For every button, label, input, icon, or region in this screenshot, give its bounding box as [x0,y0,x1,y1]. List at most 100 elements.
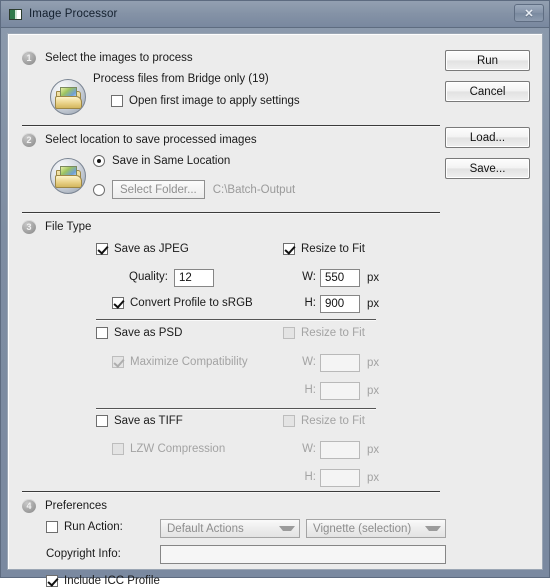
copyright-info-label-wrap: Copyright Info: [46,548,121,560]
jpeg-quality-input[interactable]: 12 [174,269,214,287]
action-set-dropdown[interactable]: Default Actions [160,519,300,538]
save-as-tiff-checkbox[interactable] [96,415,108,427]
action-name-dropdown[interactable]: Vignette (selection) [306,519,446,538]
tiff-height-input[interactable] [320,469,360,487]
save-same-location-radio[interactable] [93,155,105,167]
convert-srgb-label: Convert Profile to sRGB [130,297,253,309]
run-action-row[interactable]: Run Action: [46,521,123,533]
jpeg-width-input[interactable]: 550 [320,269,360,287]
jpeg-resize-to-fit-row[interactable]: Resize to Fit [283,243,365,255]
select-folder-row[interactable]: Select Folder... C:\Batch-Output [93,180,295,199]
psd-width-label-wrap: W: [286,356,316,368]
tiff-resize-to-fit-checkbox[interactable] [283,415,295,427]
lzw-compression-label: LZW Compression [130,443,226,455]
step-3-title: File Type [45,221,92,233]
copyright-info-input[interactable] [160,545,446,564]
select-folder-button[interactable]: Select Folder... [112,180,205,199]
tiff-width-unit: px [367,444,380,456]
load-button[interactable]: Load... [445,127,530,148]
divider-after-jpeg [96,319,376,321]
destination-folder-icon [50,158,86,194]
step-2-badge: 2 [22,133,36,147]
window-title: Image Processor [29,8,118,20]
tiff-height-unit: px [367,472,380,484]
jpeg-quality-label-wrap: Quality: [96,271,168,283]
close-icon[interactable]: ✕ [514,4,544,22]
psd-width-label: W: [302,356,316,368]
save-as-jpeg-row[interactable]: Save as JPEG [96,243,189,255]
divider-after-step-1 [22,125,440,127]
psd-height-input[interactable] [320,382,360,400]
output-path-label: C:\Batch-Output [212,183,296,196]
convert-srgb-row[interactable]: Convert Profile to sRGB [112,297,253,309]
image-processor-icon [9,8,22,20]
open-first-image-checkbox[interactable] [111,95,123,107]
step-4-title: Preferences [45,500,108,512]
save-as-tiff-label: Save as TIFF [114,415,183,427]
psd-width-unit: px [367,357,380,369]
cancel-button[interactable]: Cancel [445,81,530,102]
run-button[interactable]: Run [445,50,530,71]
image-processor-dialog: Image Processor ✕ Run Cancel Load... Sav… [0,0,550,587]
save-as-psd-label: Save as PSD [114,327,183,339]
include-icc-profile-row[interactable]: Include ICC Profile [46,575,160,587]
lzw-compression-checkbox[interactable] [112,443,124,455]
step-4-heading: 4 Preferences [22,499,107,513]
save-same-location-label: Save in Same Location [112,155,231,167]
step-3-badge: 3 [22,220,36,234]
jpeg-height-input[interactable]: 900 [320,295,360,313]
action-set-value: Default Actions [167,522,244,535]
source-folder-icon [50,79,86,115]
psd-height-unit: px [367,385,380,397]
tiff-resize-to-fit-label: Resize to Fit [301,415,365,427]
maximize-compatibility-label: Maximize Compatibility [130,356,248,368]
step-1-title: Select the images to process [45,52,193,64]
step-1-badge: 1 [22,51,36,65]
psd-height-label: H: [304,384,317,396]
save-as-psd-row[interactable]: Save as PSD [96,327,182,339]
step-4-badge: 4 [22,499,36,513]
copyright-info-label: Copyright Info: [46,548,121,560]
save-same-location-row[interactable]: Save in Same Location [93,155,230,167]
lzw-compression-row[interactable]: LZW Compression [112,443,225,455]
psd-height-label-wrap: H: [286,384,317,396]
psd-resize-to-fit-label: Resize to Fit [301,327,365,339]
maximize-compatibility-row[interactable]: Maximize Compatibility [112,356,248,368]
chevron-down-icon [425,526,441,531]
folder-front-shape [55,175,82,188]
save-as-psd-checkbox[interactable] [96,327,108,339]
title-bar: Image Processor ✕ [1,1,549,28]
tiff-width-input[interactable] [320,441,360,459]
psd-resize-to-fit-checkbox[interactable] [283,327,295,339]
jpeg-height-label: H: [304,297,317,309]
chevron-down-icon [279,526,295,531]
step-2-heading: 2 Select location to save processed imag… [22,133,257,147]
divider-after-psd [96,408,376,410]
save-button[interactable]: Save... [445,158,530,179]
tiff-width-label-wrap: W: [286,443,316,455]
step-1-heading: 1 Select the images to process [22,51,193,65]
psd-width-input[interactable] [320,354,360,372]
save-as-jpeg-checkbox[interactable] [96,243,108,255]
jpeg-height-unit: px [367,298,380,310]
jpeg-width-label: W: [302,271,316,283]
step-2-title: Select location to save processed images [45,134,257,146]
source-description-label: Process files from Bridge only (19) [93,73,269,85]
open-first-image-row[interactable]: Open first image to apply settings [111,95,300,107]
select-folder-radio[interactable] [93,183,105,196]
tiff-height-label-wrap: H: [286,471,317,483]
jpeg-width-label-wrap: W: [286,271,316,283]
jpeg-resize-to-fit-label: Resize to Fit [301,243,365,255]
divider-after-step-3 [22,491,440,493]
psd-resize-to-fit-row[interactable]: Resize to Fit [283,327,365,339]
jpeg-resize-to-fit-checkbox[interactable] [283,243,295,255]
tiff-height-label: H: [304,471,317,483]
convert-srgb-checkbox[interactable] [112,297,124,309]
maximize-compatibility-checkbox[interactable] [112,356,124,368]
jpeg-width-unit: px [367,272,380,284]
include-icc-profile-checkbox[interactable] [46,575,58,587]
tiff-width-label: W: [302,443,316,455]
tiff-resize-to-fit-row[interactable]: Resize to Fit [283,415,365,427]
save-as-tiff-row[interactable]: Save as TIFF [96,415,183,427]
run-action-checkbox[interactable] [46,521,58,533]
